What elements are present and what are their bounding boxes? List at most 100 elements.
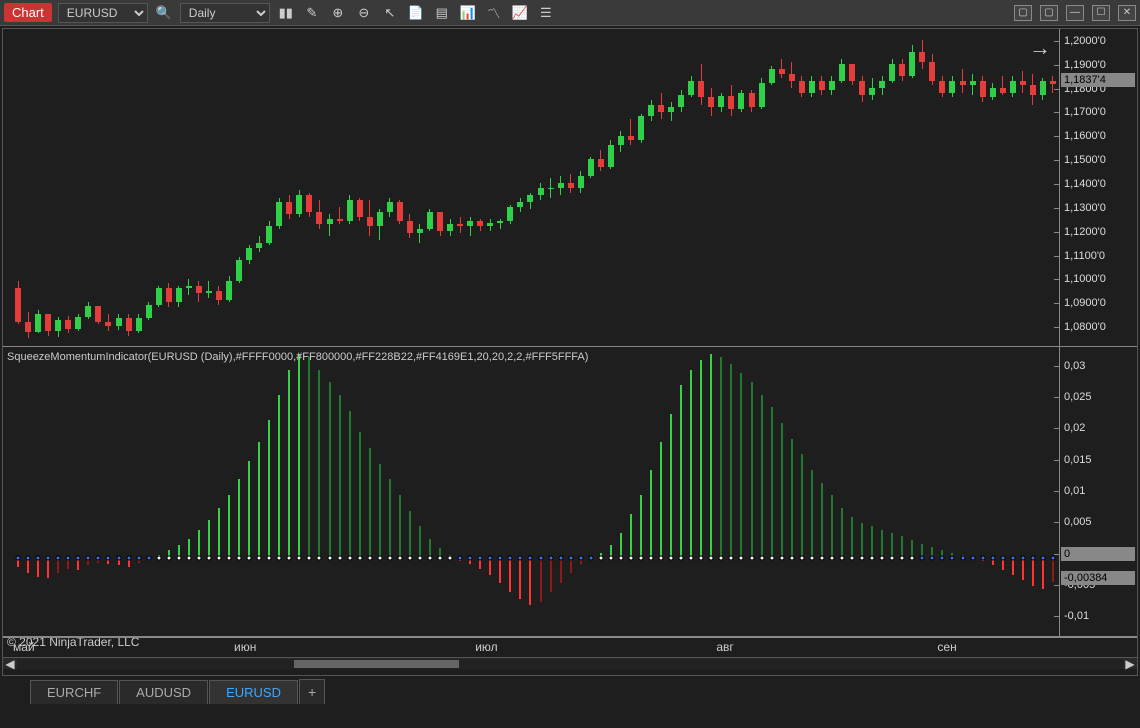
squeeze-dot [206,555,211,560]
squeeze-dot [327,555,332,560]
squeeze-dot [347,555,352,560]
squeeze-dot [960,555,965,560]
momentum-bar [851,517,853,558]
squeeze-dot [488,555,493,560]
squeeze-dot [739,555,744,560]
list-icon[interactable]: ☰ [536,3,556,23]
tab-eurusd[interactable]: EURUSD [209,680,298,704]
window-link2-icon[interactable]: ▢ [1040,5,1058,21]
price-tick: 1,1200'0 [1064,226,1106,238]
tab-audusd[interactable]: AUDUSD [119,680,208,704]
data-window-icon[interactable]: 📄 [406,3,426,23]
squeeze-dot [287,555,292,560]
window-link1-icon[interactable]: ▢ [1014,5,1032,21]
indicator-zero-label: 0 [1061,547,1135,561]
search-icon[interactable]: 🔍 [154,3,174,23]
month-label: май [13,640,35,654]
patterns-icon[interactable]: 〽 [484,3,504,23]
squeeze-dot [16,555,21,560]
price-tick: 1,1500'0 [1064,154,1106,166]
momentum-bar [670,414,672,558]
tab-eurchf[interactable]: EURCHF [30,680,118,704]
close-icon[interactable]: ✕ [1118,5,1136,21]
squeeze-dot [578,555,583,560]
momentum-bar [499,558,501,583]
momentum-bar [540,558,542,602]
momentum-bar [419,526,421,557]
horizontal-scrollbar[interactable]: ◀ ▶ [3,657,1137,669]
indicator-y-axis[interactable]: -0,01-0,00500,0050,010,0150,020,0250,030… [1059,347,1137,636]
squeeze-dot [156,555,161,560]
squeeze-dot [719,555,724,560]
scroll-track[interactable] [17,659,1123,669]
momentum-bar [680,385,682,557]
squeeze-dot [639,555,644,560]
squeeze-dot [468,555,473,560]
squeeze-dot [397,555,402,560]
squeeze-dot [257,555,262,560]
period-select[interactable]: Daily [180,3,270,23]
squeeze-dot [367,555,372,560]
price-tick: 1,2000'0 [1064,35,1106,47]
chart-type-icon[interactable]: 📊 [458,3,478,23]
momentum-bar [389,479,391,557]
momentum-bar [288,370,290,558]
scroll-left-icon[interactable]: ◀ [3,657,17,671]
squeeze-dot [870,555,875,560]
momentum-bar [339,395,341,558]
instrument-select[interactable]: EURUSD [58,3,148,23]
squeeze-dot [146,555,151,560]
squeeze-dot [176,555,181,560]
squeeze-dot [297,555,302,560]
squeeze-dot [508,555,513,560]
minimize-icon[interactable]: — [1066,5,1084,21]
momentum-bar [891,533,893,558]
cursor-icon[interactable]: ↖ [380,3,400,23]
indicator-tick: -0,01 [1064,610,1089,622]
maximize-icon[interactable]: ☐ [1092,5,1110,21]
scroll-thumb[interactable] [294,660,460,668]
time-axis[interactable]: майиюниюлавгсен [3,637,1137,657]
squeeze-dot [86,555,91,560]
squeeze-dot [1010,555,1015,560]
pencil-icon[interactable]: ✎ [302,3,322,23]
squeeze-dot [216,555,221,560]
squeeze-dot [357,555,362,560]
squeeze-dot [126,555,131,560]
squeeze-dot [1040,555,1045,560]
momentum-bar [248,461,250,558]
momentum-bar [519,558,521,599]
price-tick: 1,1100'0 [1064,250,1105,262]
squeeze-dot [1050,555,1055,560]
scroll-right-icon[interactable]: ▶ [1123,657,1137,671]
momentum-bar [359,432,361,557]
month-label: июл [475,640,497,654]
price-pane[interactable]: → 1,0800'01,0900'01,1000'01,1100'01,1200… [3,29,1137,347]
indicator-tick: 0,01 [1064,485,1085,497]
indicator-pane[interactable]: SqueezeMomentumIndicator(EURUSD (Daily),… [3,347,1137,637]
momentum-bar [1032,558,1034,586]
squeeze-dot [237,555,242,560]
next-arrow-icon[interactable]: → [1029,35,1051,61]
squeeze-dot [890,555,895,560]
zoom-in-icon[interactable]: ⊕ [328,3,348,23]
bars-icon[interactable]: ▮▮ [276,3,296,23]
indicator-tick: 0,02 [1064,422,1085,434]
zoom-out-icon[interactable]: ⊖ [354,3,374,23]
squeeze-dot [628,555,633,560]
price-tick: 1,1700'0 [1064,106,1106,118]
squeeze-dot [277,555,282,560]
current-price-label: 1,1837'4 [1061,73,1135,87]
chart-badge: Chart [4,3,52,22]
add-tab-button[interactable]: + [299,679,325,704]
momentum-bar [308,357,310,558]
momentum-bar [801,454,803,557]
momentum-bar [509,558,511,592]
align-icon[interactable]: ▤ [432,3,452,23]
momentum-bar [529,558,531,605]
squeeze-dot [196,555,201,560]
price-y-axis[interactable]: 1,0800'01,0900'01,1000'01,1100'01,1200'0… [1059,29,1137,346]
indicators-icon[interactable]: 📈 [510,3,530,23]
momentum-bar [349,411,351,558]
momentum-bar [409,511,411,558]
